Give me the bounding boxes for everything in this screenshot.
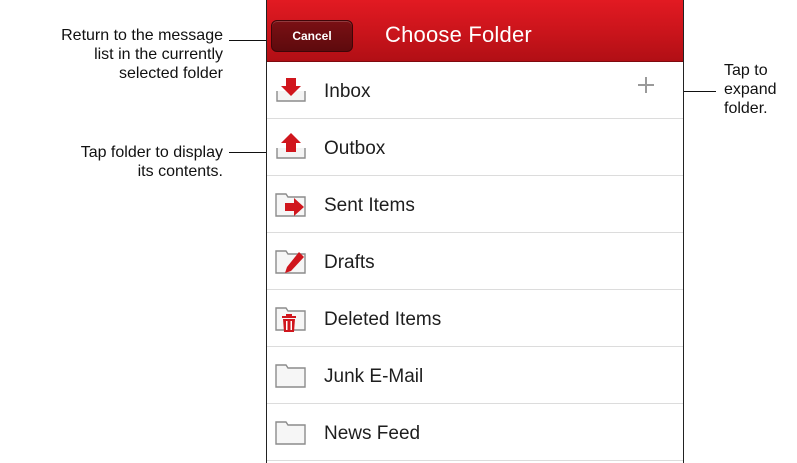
folder-label: Junk E-Mail [324,366,424,387]
folder-icon [275,364,306,388]
navigation-bar: Cancel Choose Folder [267,0,683,62]
folder-row-deleted-items[interactable]: Deleted Items [267,290,683,347]
folder-label: Deleted Items [324,309,442,330]
folder-label: Outbox [324,138,386,159]
sent-items-icon [275,193,306,217]
outbox-icon [276,133,306,159]
folder-list: Inbox Outbox Sent Items Drafts Deleted I… [267,62,683,461]
callout-tap-folder: Tap folder to display its contents. [0,143,223,181]
inbox-icon [276,78,306,102]
callout-line: selected folder [118,65,223,82]
callout-line: expand [724,81,777,98]
drafts-icon [275,250,306,274]
callout-line: list in the currently [94,46,223,63]
folder-label: News Feed [324,423,421,444]
folder-label: Sent Items [324,195,415,216]
folder-icon [275,421,306,445]
deleted-items-icon [275,307,306,332]
callout-cancel: Return to the message list in the curren… [0,26,223,83]
folder-row-sent-items[interactable]: Sent Items [267,176,683,233]
folder-row-drafts[interactable]: Drafts [267,233,683,290]
folder-label: Inbox [324,81,371,102]
folder-label: Drafts [324,252,375,273]
callout-line: Tap folder to display [80,144,223,161]
folder-row-outbox[interactable]: Outbox [267,119,683,176]
page-title: Choose Folder [385,22,532,47]
folder-row-inbox[interactable]: Inbox [267,62,683,119]
folder-row-junk-email[interactable]: Junk E-Mail [267,347,683,404]
cancel-button[interactable]: Cancel [271,20,353,52]
callout-line: Tap to [724,62,768,79]
expand-plus-icon[interactable] [636,75,656,95]
callout-expand: Tap to expand folder. [724,61,797,118]
folder-row-news-feed[interactable]: News Feed [267,404,683,461]
callout-line: its contents. [137,163,223,180]
choose-folder-screen: Cancel Choose Folder Inbox Outbox Sent I… [266,0,684,463]
callout-line: Return to the message [61,27,223,44]
callout-line: folder. [724,100,768,117]
